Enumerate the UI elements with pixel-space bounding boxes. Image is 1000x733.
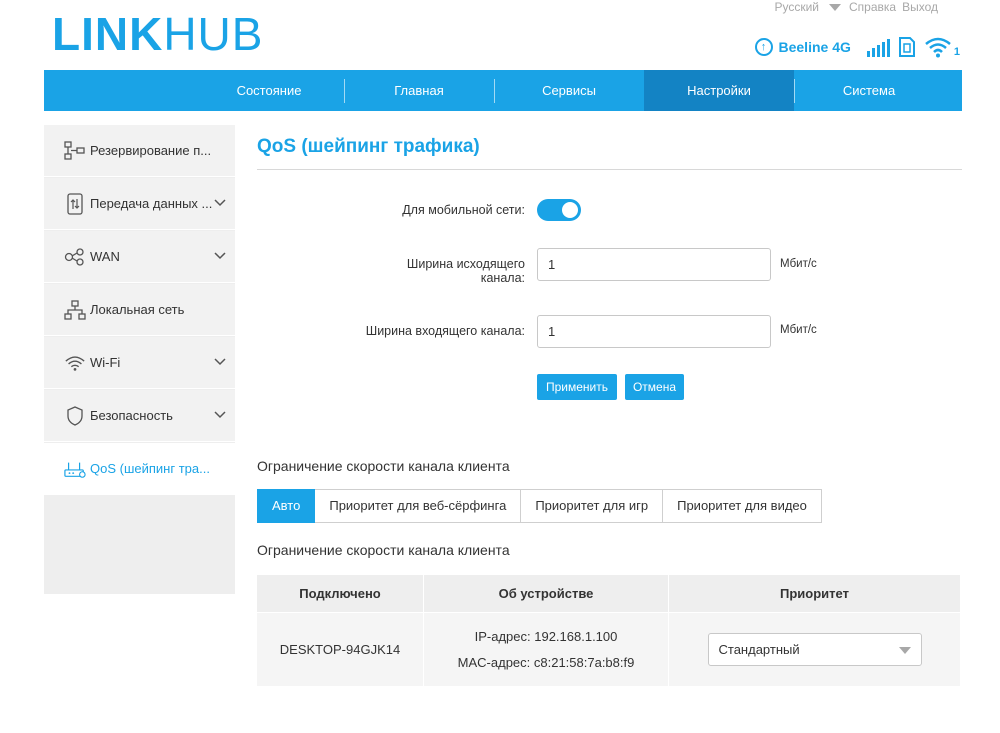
priority-tabs: Авто Приоритет для веб-сёрфинга Приорите… xyxy=(257,489,822,523)
download-unit: Мбит/с xyxy=(780,324,817,336)
upload-width-label-line1: Ширина исходящего xyxy=(406,257,525,271)
device-info-cell: IP-адрес: 192.168.1.100 MAC-адрес: c8:21… xyxy=(424,613,669,686)
sidebar-item-wan[interactable]: WAN xyxy=(44,231,235,283)
page-title: QoS (шейпинг трафика) xyxy=(257,136,480,157)
network-icon xyxy=(64,246,86,268)
ip-address: IP-адрес: 192.168.1.100 xyxy=(474,628,618,644)
device-name: DESKTOP-94GJK14 xyxy=(279,642,401,657)
nav-item-home[interactable]: Главная xyxy=(344,70,494,111)
sidebar-item-backup[interactable]: Резервирование п... xyxy=(44,125,235,177)
wifi-icon xyxy=(64,352,86,374)
nav-item-services[interactable]: Сервисы xyxy=(494,70,644,111)
tab-auto[interactable]: Авто xyxy=(257,489,316,523)
priority-selected-value: Стандартный xyxy=(718,642,800,657)
toggle-knob xyxy=(562,202,578,218)
chevron-down-icon[interactable] xyxy=(213,196,227,210)
operator-status: ↑ Beeline 4G xyxy=(754,38,851,56)
chevron-down-icon xyxy=(898,647,911,654)
top-links: Русский Справка Выход xyxy=(774,0,938,14)
cancel-button[interactable]: Отмена xyxy=(625,374,684,400)
shield-icon xyxy=(64,405,86,427)
upload-width-label-line2: канала: xyxy=(480,271,525,285)
router-icon xyxy=(64,458,86,480)
sidebar-item-label: Локальная сеть xyxy=(90,302,185,317)
mobile-network-toggle[interactable] xyxy=(537,199,581,221)
phone-data-icon xyxy=(64,192,86,215)
priority-cell: Стандартный xyxy=(669,613,960,686)
backup-icon xyxy=(64,140,86,162)
sidebar-item-security[interactable]: Безопасность xyxy=(44,390,235,442)
column-header-connected: Подключено xyxy=(257,575,424,612)
upload-width-input[interactable] xyxy=(537,248,771,281)
divider xyxy=(257,169,962,170)
help-link[interactable]: Справка xyxy=(849,0,896,14)
logo-part2: HUB xyxy=(163,8,264,60)
table-row: DESKTOP-94GJK14 IP-адрес: 192.168.1.100 … xyxy=(257,612,960,686)
sidebar-item-label: Wi-Fi xyxy=(90,355,121,370)
status-bar: ↑ Beeline 4G 1 xyxy=(754,36,960,58)
client-limit-heading: Ограничение скорости канала клиента xyxy=(257,458,510,474)
sidebar-item-wifi[interactable]: Wi-Fi xyxy=(44,337,235,389)
nav-item-system[interactable]: Система xyxy=(794,70,944,111)
signal-strength-icon xyxy=(866,37,890,57)
sidebar-item-qos[interactable]: QoS (шейпинг тра... xyxy=(44,443,235,495)
sidebar-item-label: Безопасность xyxy=(90,408,173,423)
operator-name: Beeline 4G xyxy=(778,39,851,55)
upload-arrow-icon: ↑ xyxy=(754,38,773,56)
logo-part1: LINK xyxy=(52,8,164,60)
device-name-cell: DESKTOP-94GJK14 xyxy=(257,613,424,686)
download-width-label: Ширина входящего канала: xyxy=(365,324,525,338)
chevron-down-icon[interactable] xyxy=(213,355,227,369)
sidebar-item-label: QoS (шейпинг тра... xyxy=(90,461,210,476)
upload-unit: Мбит/с xyxy=(780,258,817,270)
tab-video-priority[interactable]: Приоритет для видео xyxy=(663,489,822,523)
nav-item-status[interactable]: Состояние xyxy=(194,70,344,111)
client-limit-heading-2: Ограничение скорости канала клиента xyxy=(257,542,510,558)
sidebar: Резервирование п... Передача данных ... … xyxy=(44,125,235,594)
column-header-priority: Приоритет xyxy=(780,586,849,601)
lan-icon xyxy=(64,299,86,321)
wifi-client-count: 1 xyxy=(953,46,960,58)
sim-card-icon xyxy=(898,37,915,57)
tab-web-priority[interactable]: Приоритет для веб-сёрфинга xyxy=(315,489,522,523)
chevron-down-icon[interactable] xyxy=(213,408,227,422)
clients-table: Подключено Об устройстве Приоритет DESKT… xyxy=(257,575,960,686)
language-select[interactable]: Русский xyxy=(774,0,819,14)
mobile-network-label: Для мобильной сети: xyxy=(402,203,525,217)
logout-link[interactable]: Выход xyxy=(902,0,938,14)
apply-button[interactable]: Применить xyxy=(537,374,617,400)
sidebar-item-label: Передача данных ... xyxy=(90,196,213,211)
sidebar-item-lan[interactable]: Локальная сеть xyxy=(44,284,235,336)
priority-select[interactable]: Стандартный xyxy=(707,633,922,666)
chevron-down-icon[interactable] xyxy=(213,249,227,263)
sidebar-item-label: Резервирование п... xyxy=(90,143,212,158)
sidebar-item-label: WAN xyxy=(90,249,120,264)
wifi-icon xyxy=(925,37,951,58)
download-width-input[interactable] xyxy=(537,315,771,348)
table-header: Подключено Об устройстве Приоритет xyxy=(257,575,960,612)
sidebar-item-data-transfer[interactable]: Передача данных ... xyxy=(44,178,235,230)
chevron-down-icon[interactable] xyxy=(829,3,842,11)
tab-games-priority[interactable]: Приоритет для игр xyxy=(521,489,664,523)
main-nav: Состояние Главная Сервисы Настройки Сист… xyxy=(44,70,962,111)
nav-item-settings[interactable]: Настройки xyxy=(644,70,794,111)
mac-address: MAC-адрес: c8:21:58:7a:b8:f9 xyxy=(457,654,635,670)
column-header-device: Об устройстве xyxy=(424,575,669,612)
logo: LINKHUB xyxy=(52,8,263,60)
